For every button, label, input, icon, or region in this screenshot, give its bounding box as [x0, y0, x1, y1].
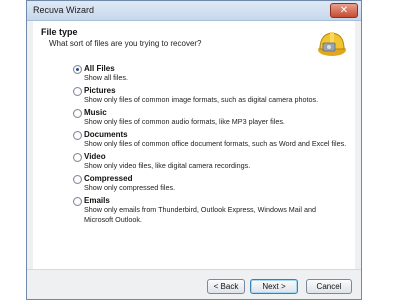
title-bar[interactable]: Recuva Wizard ✕	[27, 1, 361, 21]
file-type-panel: All Files Show all files. Pictures Show …	[33, 63, 355, 269]
radio-all-files[interactable]	[73, 65, 82, 74]
next-button[interactable]: Next >	[250, 279, 298, 294]
option-all-files[interactable]: All Files Show all files.	[73, 64, 347, 87]
option-compressed[interactable]: Compressed Show only compressed files.	[73, 174, 347, 197]
option-label[interactable]: Music	[84, 108, 107, 117]
option-label[interactable]: Documents	[84, 130, 128, 139]
option-documents[interactable]: Documents Show only files of common offi…	[73, 130, 347, 153]
close-button[interactable]: ✕	[330, 3, 358, 18]
option-label[interactable]: Video	[84, 152, 106, 161]
radio-video[interactable]	[73, 153, 82, 162]
wizard-header: File type What sort of files are you try…	[33, 21, 355, 64]
option-label[interactable]: Emails	[84, 196, 110, 205]
option-emails[interactable]: Emails Show only emails from Thunderbird…	[73, 196, 347, 231]
cancel-button[interactable]: Cancel	[306, 279, 352, 294]
option-description: Show only files of common office documen…	[84, 139, 347, 148]
wizard-footer: < Back Next > Cancel	[27, 269, 361, 299]
option-video[interactable]: Video Show only video files, like digita…	[73, 152, 347, 175]
option-description: Show only video files, like digital came…	[84, 161, 251, 170]
file-type-options: All Files Show all files. Pictures Show …	[73, 64, 347, 231]
radio-pictures[interactable]	[73, 87, 82, 96]
window-title: Recuva Wizard	[33, 5, 95, 15]
option-label[interactable]: Pictures	[84, 86, 116, 95]
page-title: File type	[41, 27, 78, 37]
option-description: Show only compressed files.	[84, 183, 176, 192]
back-button[interactable]: < Back	[207, 279, 245, 294]
radio-emails[interactable]	[73, 197, 82, 206]
hard-hat-drive-icon	[318, 32, 346, 56]
option-label[interactable]: All Files	[84, 64, 115, 73]
page-subtitle: What sort of files are you trying to rec…	[49, 39, 202, 48]
radio-compressed[interactable]	[73, 175, 82, 184]
option-pictures[interactable]: Pictures Show only files of common image…	[73, 86, 347, 109]
option-music[interactable]: Music Show only files of common audio fo…	[73, 108, 347, 131]
radio-music[interactable]	[73, 109, 82, 118]
option-description: Show only files of common audio formats,…	[84, 117, 285, 126]
radio-documents[interactable]	[73, 131, 82, 140]
option-description: Show all files.	[84, 73, 128, 82]
wizard-window: Recuva Wizard ✕ File type What sort of f…	[26, 0, 362, 300]
option-description: Show only files of common image formats,…	[84, 95, 319, 104]
option-description: Show only emails from Thunderbird, Outlo…	[84, 205, 316, 224]
option-label[interactable]: Compressed	[84, 174, 132, 183]
